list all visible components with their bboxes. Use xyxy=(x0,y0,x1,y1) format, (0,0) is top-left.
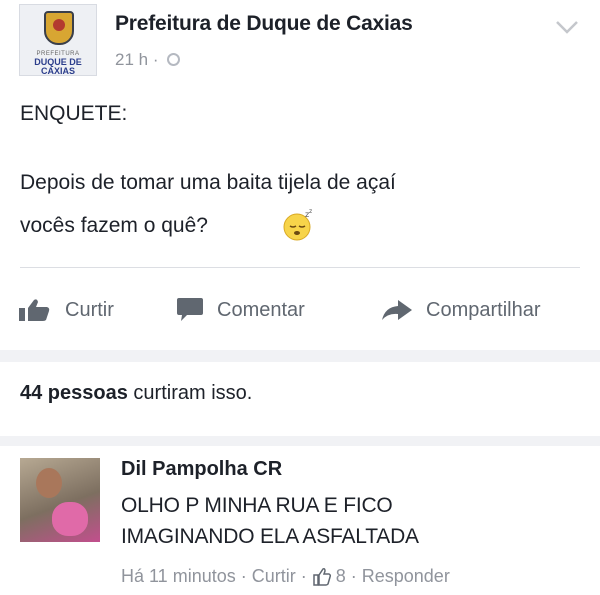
comment-text-line-2: IMAGINANDO ELA ASFALTADA xyxy=(121,525,419,548)
page-avatar[interactable]: PREFEITURA DUQUE DE CAXIAS xyxy=(19,4,97,76)
comment-label: Comentar xyxy=(217,298,305,321)
comment-like-link[interactable]: Curtir xyxy=(252,566,296,587)
post-time[interactable]: 21 h xyxy=(115,50,148,69)
thumbs-up-icon xyxy=(19,299,50,321)
post-meta: 21 h · xyxy=(115,50,181,70)
speech-bubble-icon xyxy=(177,298,203,321)
comment-time[interactable]: Há 11 minutos xyxy=(121,566,236,587)
meta-separator: · xyxy=(300,566,307,586)
commenter-avatar[interactable] xyxy=(20,458,100,542)
comment-meta: Há 11 minutos · Curtir · 8 · Responder xyxy=(121,566,450,587)
comment-text-line-1: OLHO P MINHA RUA E FICO xyxy=(121,494,393,517)
share-arrow-icon xyxy=(382,300,412,320)
avatar-baby xyxy=(52,502,88,536)
meta-separator: · xyxy=(152,50,159,69)
divider xyxy=(20,267,580,268)
likes-summary[interactable]: 44 pessoas curtiram isso. xyxy=(20,382,252,405)
comment-author-link[interactable]: Dil Pampolha CR xyxy=(121,458,282,481)
comment-button[interactable]: Comentar xyxy=(175,296,305,324)
sleeping-face-icon: z z xyxy=(283,208,312,241)
comment-like-count: 8 xyxy=(335,566,346,586)
chevron-down-icon[interactable] xyxy=(555,20,579,34)
meta-separator: · xyxy=(350,566,357,586)
post-card: PREFEITURA DUQUE DE CAXIAS Prefeitura de… xyxy=(0,0,600,595)
thumbs-up-outline-icon xyxy=(312,567,331,586)
likes-count[interactable]: 44 pessoas xyxy=(20,382,128,404)
likes-suffix: curtiram isso. xyxy=(133,382,253,404)
section-separator xyxy=(0,350,600,362)
page-name-link[interactable]: Prefeitura de Duque de Caxias xyxy=(115,12,413,36)
post-heading: ENQUETE: xyxy=(20,102,128,125)
logo-text-line-2: CAXIAS xyxy=(40,66,75,76)
section-separator xyxy=(0,436,600,446)
crest-icon xyxy=(44,11,74,45)
globe-icon xyxy=(167,53,181,66)
logo-text: DUQUE DE CAXIAS xyxy=(20,58,96,76)
share-button[interactable]: Compartilhar xyxy=(380,296,540,324)
like-label: Curtir xyxy=(65,298,114,321)
svg-text:z: z xyxy=(309,208,312,215)
comment-reply-link[interactable]: Responder xyxy=(362,566,450,587)
share-label: Compartilhar xyxy=(426,298,541,321)
meta-separator: · xyxy=(240,566,247,586)
like-button[interactable]: Curtir xyxy=(17,296,114,324)
avatar-face xyxy=(36,468,62,498)
post-text-line-2: vocês fazem o quê? xyxy=(20,214,208,237)
post-text-line-1: Depois de tomar uma baita tijela de açaí xyxy=(20,171,396,194)
